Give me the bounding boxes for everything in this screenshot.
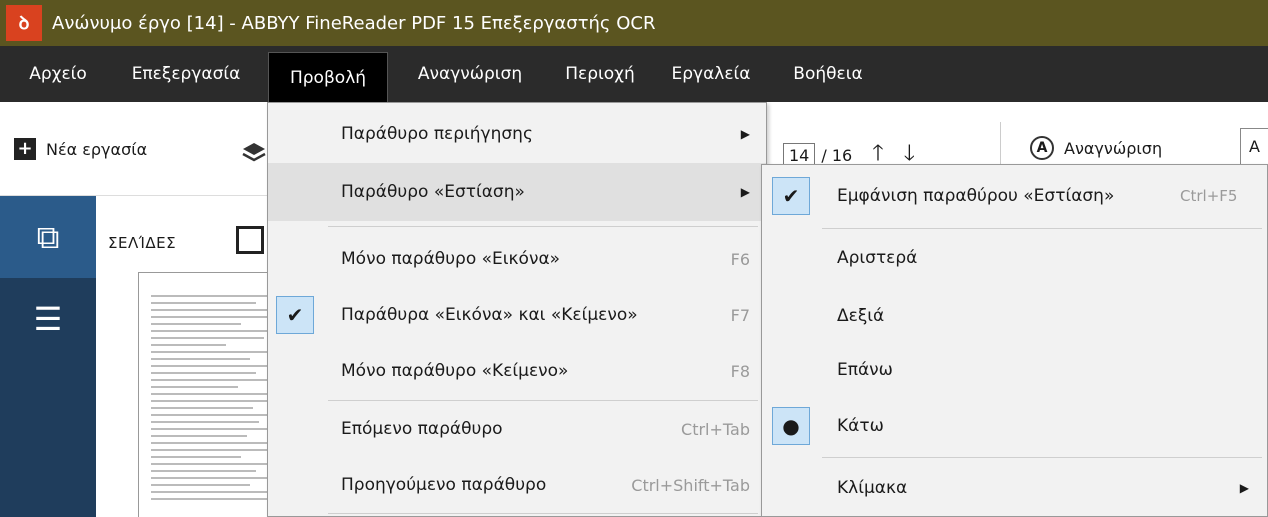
pages-panel-label: ΣΕΛΊΔΕΣ	[108, 234, 177, 252]
left-rail: ⧉ ☰	[0, 196, 96, 517]
recognize-icon: A	[1030, 136, 1054, 160]
checkmark-icon: ✔	[772, 177, 810, 215]
menu-item-label: Επόμενο παράθυρο	[341, 419, 503, 439]
checkmark-icon: ✔	[276, 296, 314, 334]
menu-item-shortcut: F6	[730, 249, 750, 269]
submenu-item-label: Κάτω	[837, 416, 884, 436]
menu-item-focus-pane[interactable]: Παράθυρο «Εστίαση» ▶	[268, 163, 766, 221]
menu-separator	[822, 457, 1262, 458]
menu-area[interactable]: Περιοχή	[552, 52, 648, 96]
menu-item-previous-pane[interactable]: Προηγούμενο παράθυρο Ctrl+Shift+Tab	[268, 456, 766, 514]
menu-item-shortcut: F7	[730, 305, 750, 325]
submenu-item-label: Δεξιά	[837, 306, 885, 326]
menu-separator	[328, 513, 758, 514]
submenu-item-label: Κλίμακα	[837, 478, 908, 498]
menu-edit[interactable]: Επεξεργασία	[116, 52, 256, 96]
new-task-label: Νέα εργασία	[46, 139, 148, 159]
view-menu-dropdown: Παράθυρο περιήγησης ▶ Παράθυρο «Εστίαση»…	[267, 102, 767, 517]
submenu-item-label: Εμφάνιση παραθύρου «Εστίαση»	[837, 186, 1115, 206]
submenu-item-right[interactable]: Δεξιά	[762, 287, 1267, 345]
submenu-arrow-icon: ▶	[740, 127, 750, 141]
page-total: / 16	[821, 145, 853, 165]
menu-item-label: Παράθυρα «Εικόνα» και «Κείμενο»	[341, 305, 638, 325]
abbyy-logo-icon: ꝺ	[6, 5, 42, 41]
layers-icon[interactable]	[242, 142, 266, 162]
recognize-button[interactable]: A Αναγνώριση	[1030, 136, 1162, 160]
menu-separator	[328, 226, 758, 227]
menu-item-shortcut: F8	[730, 361, 750, 381]
language-dropdown[interactable]: Α	[1240, 128, 1268, 168]
menu-bar: Αρχείο Επεξεργασία Προβολή Αναγνώριση Πε…	[0, 46, 1268, 102]
menu-item-image-and-text[interactable]: ✔ Παράθυρα «Εικόνα» και «Κείμενο» F7	[268, 286, 766, 344]
submenu-item-label: Αριστερά	[837, 248, 918, 268]
menu-help[interactable]: Βοήθεια	[778, 52, 878, 96]
submenu-item-scale[interactable]: Κλίμακα ▶	[762, 459, 1267, 517]
submenu-item-top[interactable]: Επάνω	[762, 341, 1267, 399]
submenu-arrow-icon: ▶	[740, 185, 750, 199]
menu-item-label: Παράθυρο «Εστίαση»	[341, 182, 525, 202]
focus-pane-submenu: ✔ Εμφάνιση παραθύρου «Εστίαση» Ctrl+F5 Α…	[761, 164, 1268, 517]
menu-item-text-only[interactable]: Μόνο παράθυρο «Κείμενο» F8	[268, 342, 766, 400]
submenu-item-show-focus-pane[interactable]: ✔ Εμφάνιση παραθύρου «Εστίαση» Ctrl+F5	[762, 167, 1267, 225]
radio-bullet-icon: ●	[772, 407, 810, 445]
menu-item-label: Μόνο παράθυρο «Κείμενο»	[341, 361, 569, 381]
menu-item-label: Μόνο παράθυρο «Εικόνα»	[341, 249, 561, 269]
menu-view[interactable]: Προβολή	[268, 52, 388, 102]
recognize-label: Αναγνώριση	[1064, 138, 1163, 158]
pages-panel: ΣΕΛΊΔΕΣ	[96, 196, 318, 517]
list-view-icon[interactable]: ☰	[0, 278, 96, 360]
submenu-item-left[interactable]: Αριστερά	[762, 229, 1267, 287]
menu-tools[interactable]: Εργαλεία	[656, 52, 766, 96]
window-title: Ανώνυμο έργο [14] - ABBYY FineReader PDF…	[52, 12, 656, 34]
new-task-icon: +	[9, 138, 36, 169]
menu-item-shortcut: Ctrl+Tab	[681, 419, 750, 439]
menu-item-navigation-pane[interactable]: Παράθυρο περιήγησης ▶	[268, 105, 766, 163]
pages-view-icon[interactable]: ⧉	[0, 196, 96, 278]
submenu-arrow-icon: ▶	[1239, 481, 1249, 495]
submenu-item-bottom[interactable]: ● Κάτω	[762, 397, 1267, 455]
menu-item-shortcut: Ctrl+Shift+Tab	[631, 475, 750, 495]
menu-item-next-pane[interactable]: Επόμενο παράθυρο Ctrl+Tab	[268, 400, 766, 458]
submenu-item-shortcut: Ctrl+F5	[1180, 187, 1238, 205]
new-task-button[interactable]: + Νέα εργασία	[9, 138, 148, 169]
menu-file[interactable]: Αρχείο	[18, 52, 98, 96]
menu-item-image-only[interactable]: Μόνο παράθυρο «Εικόνα» F6	[268, 230, 766, 288]
save-icon[interactable]	[236, 226, 264, 254]
submenu-item-label: Επάνω	[837, 360, 893, 380]
menu-item-label: Προηγούμενο παράθυρο	[341, 475, 547, 495]
title-bar: ꝺ Ανώνυμο έργο [14] - ABBYY FineReader P…	[0, 0, 1268, 46]
menu-recognize[interactable]: Αναγνώριση	[396, 52, 544, 96]
menu-item-label: Παράθυρο περιήγησης	[341, 124, 533, 144]
